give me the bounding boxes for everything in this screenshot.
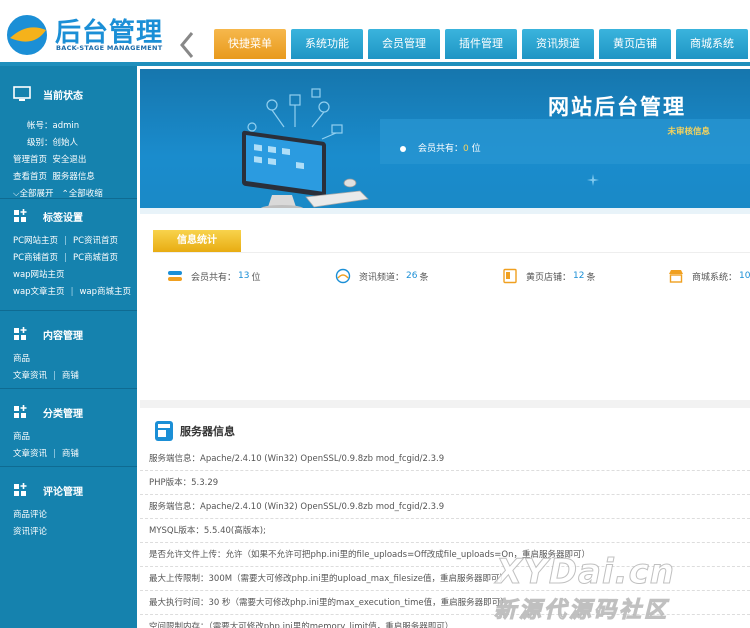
collapse-all-link[interactable]: ⌃全部收缩 [62,189,103,199]
sidebar-heading-tags[interactable]: 标签设置 [13,199,137,233]
expand-all-link[interactable]: ⌵全部展开 [13,189,53,199]
grid-plus-icon [14,327,27,340]
link-wap-mall-home[interactable]: wap商城主页 [79,287,131,297]
grid-plus-icon [14,209,27,222]
grid-plus-icon [14,483,27,496]
watermark-url: XYDai.cn [496,552,675,593]
nav-yellow-pages[interactable]: 黄页店铺 [599,29,671,59]
top-nav: 快捷菜单 系统功能 会员管理 插件管理 资讯频道 黄页店铺 商城系统 [214,29,750,59]
stat-news: 资讯频道： 26 条 [335,268,428,284]
server-info-row: 服务端信息：Apache/2.4.10 (Win32) OpenSSL/0.9.… [140,447,750,471]
link-category-shops[interactable]: 商铺 [62,449,79,459]
computer-illustration-icon [242,88,369,213]
sidebar-heading-status: 当前状态 [13,66,137,122]
server-icon [155,421,173,441]
nav-quick-menu[interactable]: 快捷菜单 [214,29,286,59]
stat-mall: 商城系统： 10 [668,268,750,284]
link-admin-home[interactable]: 管理首页 [13,155,47,165]
stats-tag: 信息统计 [153,230,241,252]
stat-members: 会员共有： 13 位 [167,268,260,284]
link-pc-news-home[interactable]: PC资讯首页 [73,236,118,246]
link-products[interactable]: 商品 [13,354,30,364]
link-logout[interactable]: 安全退出 [52,155,86,165]
level-value: 创始人 [52,138,79,148]
logo-emblem-icon [5,13,49,57]
server-info-row: MYSQL版本：5.5.40(高版本); [140,519,750,543]
sidebar-section-category: 分类管理 商品 文章资讯 | 商铺 [0,389,137,467]
nav-system-functions[interactable]: 系统功能 [291,29,363,59]
link-category-products[interactable]: 商品 [13,432,30,442]
account-value: admin [52,121,80,131]
link-pc-shop-home[interactable]: PC商铺首页 [13,253,58,263]
banner-member-count: 会员共有：0 位 [400,141,481,154]
banner-title: 网站后台管理 [548,95,686,119]
sidebar-section-comments: 评论管理 商品评论 资讯评论 [0,467,137,547]
banner-info-panel: 未审核信息 会员共有：0 位 [380,119,750,164]
toggle-icon [168,271,182,281]
server-info-row: PHP版本：5.3.29 [140,471,750,495]
link-server-info[interactable]: 服务器信息 [52,172,95,182]
sidebar-section-tags: 标签设置 PC网站主页 | PC资讯首页 PC商铺首页 | PC商城首页 wap网站主页… [0,199,137,311]
monitor-icon [13,86,31,101]
link-articles[interactable]: 文章资讯 [13,371,47,381]
globe-icon [335,268,351,284]
sidebar: 当前状态 帐号：admin 级别：创始人 管理首页 安全退出 查看首页 服务器信… [0,66,137,628]
header: 后台管理 BACK-STAGE MANAGEMENT 快捷菜单 系统功能 会员管… [0,0,750,66]
stat-yellow-pages: 黄页店铺： 12 条 [502,268,595,284]
pending-review-link[interactable]: 未审核信息 [667,125,710,137]
link-shops[interactable]: 商铺 [62,371,79,381]
book-icon [503,268,517,284]
link-category-articles[interactable]: 文章资讯 [13,449,47,459]
account-line: 帐号：admin [27,121,80,131]
sparkle-icon [587,174,599,186]
logo[interactable]: 后台管理 BACK-STAGE MANAGEMENT [4,8,164,58]
link-pc-site-home[interactable]: PC网站主页 [13,236,58,246]
server-info-row: 服务端信息：Apache/2.4.10 (Win32) OpenSSL/0.9.… [140,495,750,519]
welcome-banner: 网站后台管理 未审核信息 会员共有：0 位 [140,69,750,214]
sidebar-section-status: 当前状态 帐号：admin 级别：创始人 管理首页 安全退出 查看首页 服务器信… [0,66,137,199]
sidebar-heading-content[interactable]: 内容管理 [13,317,137,351]
link-product-comments[interactable]: 商品评论 [13,510,47,520]
nav-member-management[interactable]: 会员管理 [368,29,440,59]
link-news-comments[interactable]: 资讯评论 [13,527,47,537]
nav-mall-system[interactable]: 商城系统 [676,29,748,59]
chevron-left-icon[interactable] [176,30,198,60]
server-info-title: 服务器信息 [154,420,235,442]
link-view-home[interactable]: 查看首页 [13,172,47,182]
stats-divider [153,252,750,253]
sidebar-heading-category[interactable]: 分类管理 [13,395,137,429]
level-line: 级别：创始人 [27,138,79,148]
link-wap-site-home[interactable]: wap网站主页 [13,270,65,280]
chevron-up-icon: ⌃ [61,189,69,199]
banner-bottom-strip [140,208,750,214]
sidebar-section-content: 内容管理 商品 文章资讯 | 商铺 [0,311,137,389]
sidebar-heading-comments[interactable]: 评论管理 [13,473,137,507]
link-wap-article-home[interactable]: wap文章主页 [13,287,65,297]
nav-news-channel[interactable]: 资讯频道 [522,29,594,59]
link-pc-mall-home[interactable]: PC商城首页 [73,253,118,263]
nav-plugin-management[interactable]: 插件管理 [445,29,517,59]
bullet-icon [400,145,406,152]
watermark-text: 新源代源码社区 [493,598,670,624]
store-icon [669,270,683,283]
grid-plus-icon [14,405,27,418]
section-divider [140,400,750,408]
logo-subtitle: BACK-STAGE MANAGEMENT [56,44,163,52]
